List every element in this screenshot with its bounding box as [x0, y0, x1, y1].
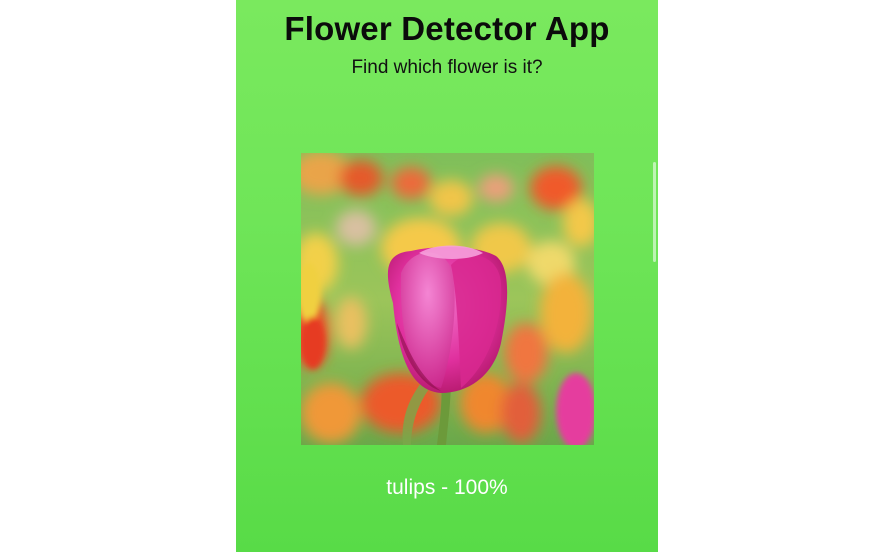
scroll-indicator[interactable] — [653, 162, 656, 262]
flower-image[interactable] — [301, 153, 594, 445]
app-subtitle: Find which flower is it? — [351, 57, 543, 78]
app-title: Flower Detector App — [284, 10, 610, 47]
app-screen: Flower Detector App Find which flower is… — [236, 0, 658, 552]
tulip-photo — [301, 153, 594, 445]
prediction-result: tulips - 100% — [386, 476, 508, 499]
